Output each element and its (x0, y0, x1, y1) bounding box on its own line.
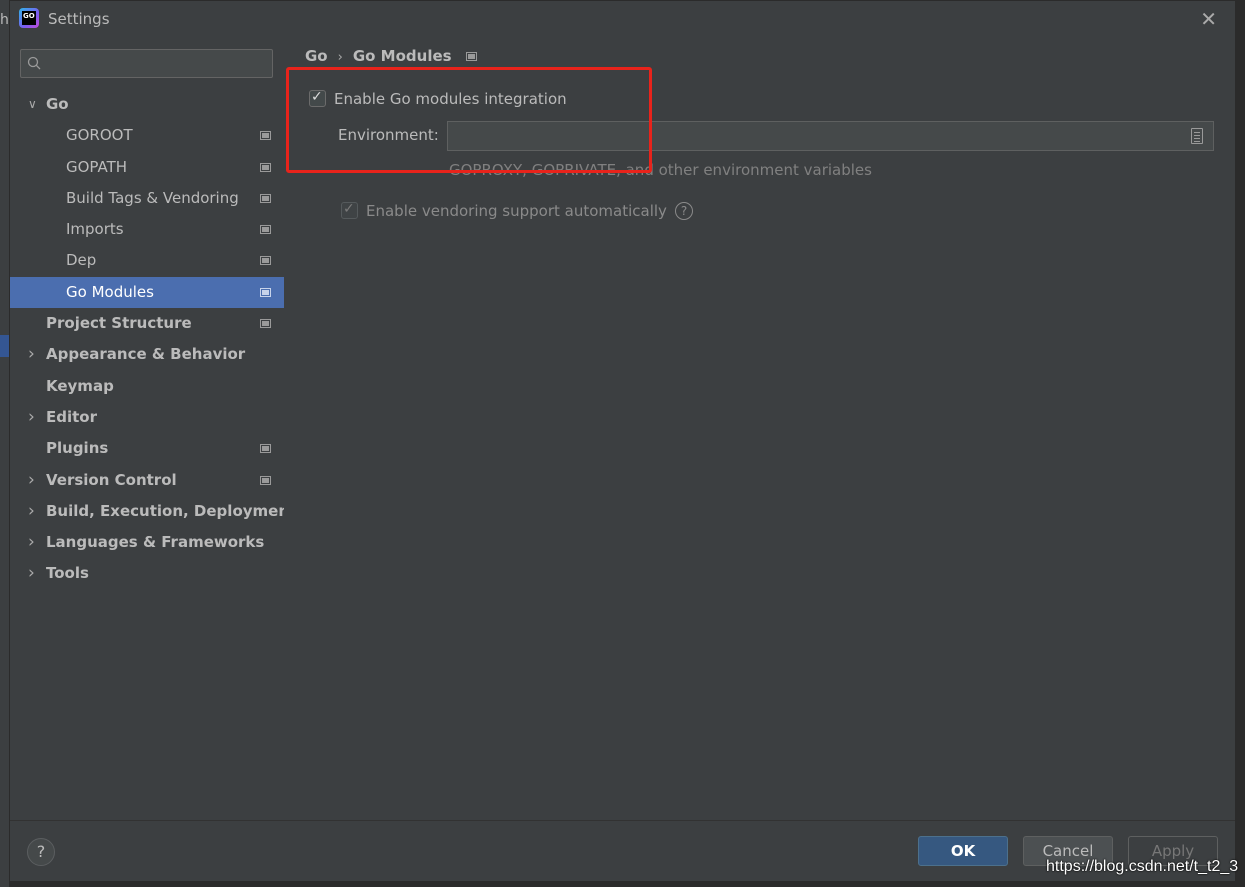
help-icon[interactable]: ? (675, 202, 693, 220)
sidebar-item-keymap[interactable]: Keymap (10, 371, 284, 402)
sidebar-item-languages-frameworks[interactable]: › Languages & Frameworks (10, 527, 284, 558)
sidebar-item-label: Go Modules (66, 282, 154, 301)
breadcrumb-parent[interactable]: Go (305, 47, 328, 65)
sidebar-item-label: Dep (66, 251, 97, 270)
enable-go-modules-label[interactable]: Enable Go modules integration (334, 90, 567, 108)
checkmark-icon: ✓ (311, 89, 323, 105)
enable-go-modules-checkbox[interactable]: ✓ (309, 89, 326, 107)
watermark-text: https://blog.csdn.net/t_t2_3 (1046, 858, 1239, 875)
sidebar-item-go-modules[interactable]: Go Modules (10, 276, 284, 309)
sidebar-item-label: Build Tags & Vendoring (66, 188, 239, 207)
sidebar-item-go[interactable]: ∨ Go (10, 89, 284, 120)
sidebar-item-label: Keymap (46, 376, 114, 395)
environment-field[interactable] (447, 121, 1214, 151)
title-bar: GO Settings ✕ (10, 1, 1235, 37)
sidebar-item-gopath[interactable]: GOPATH (10, 152, 284, 183)
sidebar-item-label: GOROOT (66, 126, 133, 145)
project-scope-icon (260, 319, 271, 329)
project-scope-icon (260, 475, 271, 485)
settings-dialog: GO Settings ✕ ∨ Go GOROOT GOPATH Build Tags … (9, 0, 1236, 881)
help-button[interactable]: ? (27, 838, 55, 866)
chevron-right-icon[interactable]: › (28, 496, 35, 527)
project-scope-icon (260, 131, 271, 141)
sidebar-item-plugins[interactable]: Plugins (10, 433, 284, 464)
settings-content: Go › Go Modules ✓ Enable Go modules integr… (284, 37, 1235, 820)
sidebar-item-label: Plugins (46, 439, 109, 458)
breadcrumb-current: Go Modules (352, 47, 452, 65)
browse-document-icon[interactable] (1191, 128, 1203, 144)
project-scope-icon (465, 52, 477, 61)
sidebar-item-appearance-behavior[interactable]: › Appearance & Behavior (10, 339, 284, 370)
enable-vendoring-label[interactable]: Enable vendoring support automatically (366, 202, 667, 220)
sidebar-item-version-control[interactable]: › Version Control (10, 465, 284, 496)
settings-tree: ∨ Go GOROOT GOPATH Build Tags & Vendoring Imp… (10, 89, 296, 590)
enable-vendoring-checkbox[interactable]: ✓ (341, 201, 358, 219)
sidebar-item-build-tags-vendoring[interactable]: Build Tags & Vendoring (10, 183, 284, 214)
breadcrumb-separator: › (337, 50, 343, 65)
project-scope-icon (260, 287, 271, 297)
sidebar-item-label: Tools (46, 564, 89, 583)
sidebar-item-label: Imports (66, 220, 124, 239)
annotation-highlight-box (286, 67, 652, 173)
chevron-right-icon[interactable]: › (28, 339, 35, 370)
window-title: Settings (48, 10, 110, 28)
search-box[interactable] (20, 49, 273, 78)
project-scope-icon (260, 193, 271, 203)
sidebar-item-editor[interactable]: › Editor (10, 402, 284, 433)
sidebar-item-project-structure[interactable]: Project Structure (10, 308, 284, 339)
sidebar-item-label: Project Structure (46, 314, 192, 333)
sidebar-item-label: Editor (46, 407, 97, 426)
environment-hint: GOPROXY, GOPRIVATE, and other environmen… (449, 161, 872, 179)
sidebar-item-label: Build, Execution, Deployment (46, 501, 297, 520)
sidebar-item-tools[interactable]: › Tools (10, 558, 284, 589)
sidebar-item-label: GOPATH (66, 157, 128, 176)
search-input[interactable] (51, 53, 266, 74)
breadcrumb: Go › Go Modules (305, 47, 477, 65)
sidebar-item-label: Appearance & Behavior (46, 345, 246, 364)
project-scope-icon (260, 256, 271, 266)
background-edge-text: h (0, 12, 9, 28)
sidebar-item-label: Go (46, 95, 69, 113)
checkmark-icon: ✓ (343, 201, 355, 217)
sidebar-item-build-execution-deployment[interactable]: › Build, Execution, Deployment (10, 496, 296, 527)
background-window-edge: h (0, 0, 9, 887)
chevron-right-icon[interactable]: › (28, 402, 35, 433)
project-scope-icon (260, 444, 271, 454)
search-icon (27, 56, 41, 70)
background-selection (0, 335, 9, 357)
project-scope-icon (260, 225, 271, 235)
sidebar-item-label: Languages & Frameworks (46, 533, 265, 552)
chevron-right-icon[interactable]: › (28, 527, 35, 558)
chevron-down-icon[interactable]: ∨ (28, 89, 37, 120)
chevron-right-icon[interactable]: › (28, 465, 35, 496)
sidebar-item-dep[interactable]: Dep (10, 245, 284, 276)
ok-button[interactable]: OK (918, 836, 1008, 866)
environment-label: Environment: (338, 126, 439, 144)
chevron-right-icon[interactable]: › (28, 558, 35, 589)
sidebar-item-label: Version Control (46, 470, 177, 489)
sidebar-item-imports[interactable]: Imports (10, 214, 284, 245)
settings-sidebar: ∨ Go GOROOT GOPATH Build Tags & Vendoring Imp… (10, 37, 296, 820)
sidebar-item-goroot[interactable]: GOROOT (10, 120, 284, 151)
goland-app-icon: GO (19, 8, 39, 28)
close-icon[interactable]: ✕ (1200, 7, 1217, 31)
project-scope-icon (260, 162, 271, 172)
